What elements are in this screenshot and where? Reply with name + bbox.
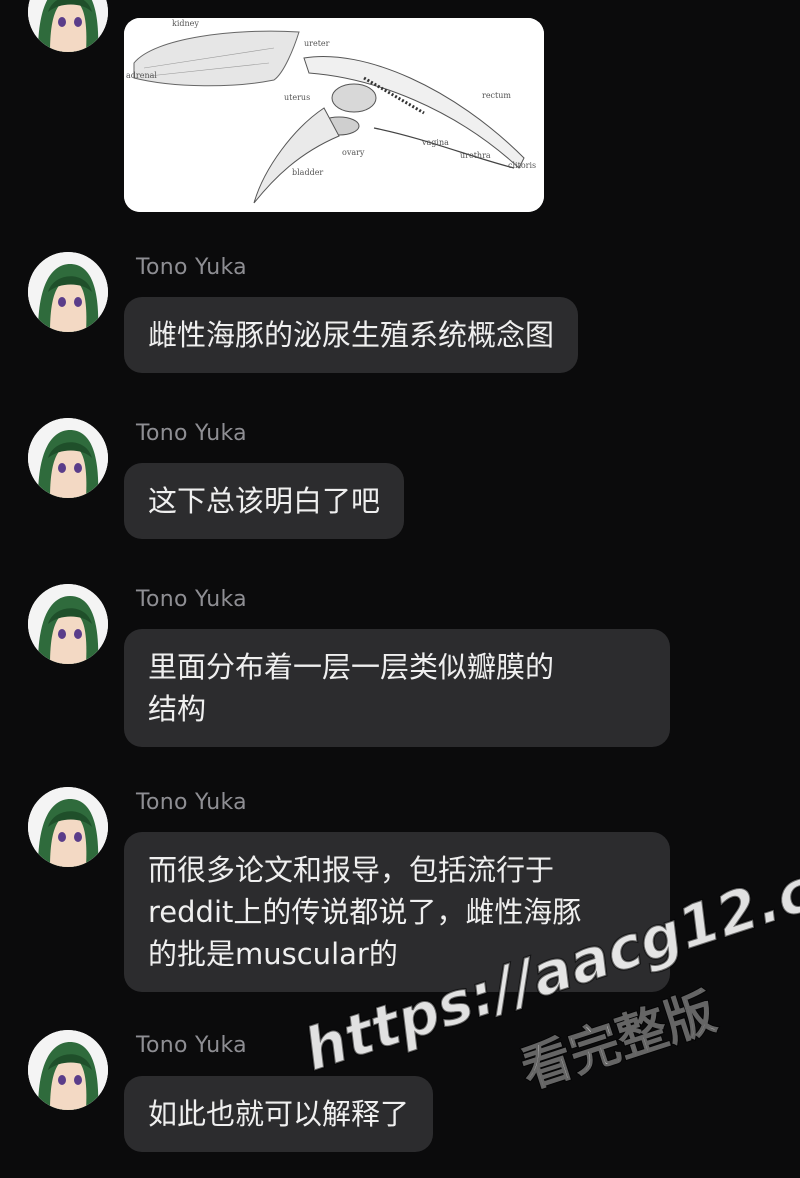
message-bubble[interactable]: 雌性海豚的泌尿生殖系统概念图 <box>124 297 579 373</box>
sender-name: Tono Yuka <box>136 255 247 280</box>
avatar[interactable] <box>28 418 108 498</box>
uterus-shape <box>331 83 377 113</box>
label-kidney: kidney <box>172 19 199 28</box>
sender-name: Tono Yuka <box>136 1033 247 1058</box>
label-adrenal: adrenal <box>126 71 157 80</box>
message-bubble[interactable]: 这下总该明白了吧 <box>124 463 405 539</box>
avatar[interactable] <box>28 0 108 52</box>
message-bubble[interactable]: 而很多论文和报导，包括流行于 reddit上的传说都说了，雌性海豚 的批是mus… <box>124 832 670 992</box>
label-uterus: uterus <box>284 93 310 102</box>
message-bubble[interactable]: 里面分布着一层一层类似瓣膜的 结构 <box>124 629 670 747</box>
label-vagina: vagina <box>421 138 449 147</box>
label-urethra: urethra <box>460 151 491 160</box>
label-rectum: rectum <box>482 91 511 100</box>
label-bladder: bladder <box>292 168 323 177</box>
sender-name: Tono Yuka <box>136 587 247 612</box>
label-clitoris: clitoris <box>508 161 536 170</box>
label-ureter: ureter <box>304 39 330 48</box>
avatar[interactable] <box>28 1030 108 1110</box>
avatar[interactable] <box>28 252 108 332</box>
sender-name: Tono Yuka <box>136 790 247 815</box>
message-bubble[interactable]: 如此也就可以解释了 <box>124 1076 434 1152</box>
avatar[interactable] <box>28 584 108 664</box>
label-ovary: ovary <box>342 148 365 157</box>
avatar[interactable] <box>28 787 108 867</box>
sender-name: Tono Yuka <box>136 421 247 446</box>
diagram-image-message[interactable]: kidney ureter adrenal uterus rectum ovar… <box>124 18 544 212</box>
